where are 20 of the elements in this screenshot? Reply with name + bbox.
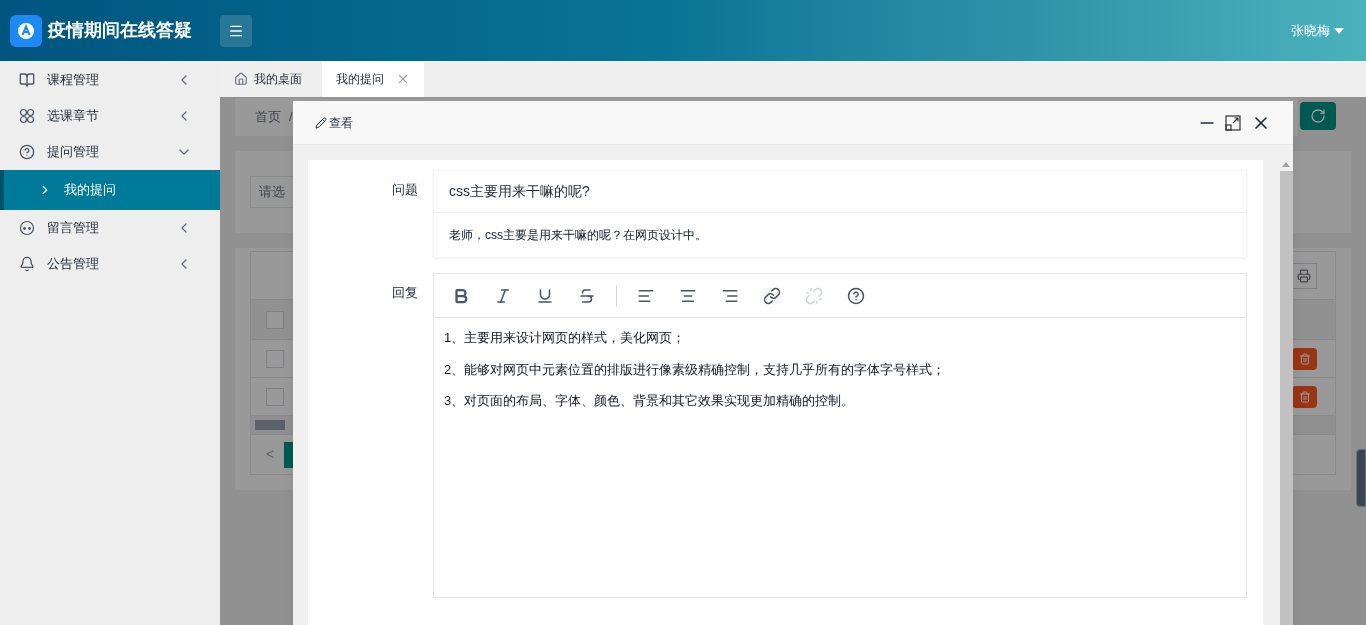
sidebar-item[interactable]: 留言管理 [0, 210, 220, 246]
sidebar-subitem[interactable]: 我的提问 [0, 170, 220, 210]
question-body: 老师，css主要是用来干嘛的呢？在网页设计中。 [448, 227, 708, 244]
dialog-title: 查看 [329, 114, 354, 132]
sidebar-item[interactable]: 选课章节 [0, 98, 220, 134]
rich-text-editor[interactable]: 1、主要用来设计网页的样式，美化网页； 2、能够对网页中元素位置的排版进行像素级精确控制，支持几乎所有的字体字号样式； 3、对页面的布局、字体、颜色、背景和其它效果实现更加精确的控制。 [433, 273, 1247, 598]
sidebar-item[interactable]: 课程管理 [0, 62, 220, 98]
app-title: 疫情期间在线答疑 [48, 19, 192, 42]
breadcrumb-item: / [289, 108, 293, 127]
question-title: css主要用来干嘛的呢? [434, 171, 1246, 213]
reply-paragraph: 2、能够对网页中元素位置的排版进行像素级精确控制，支持几乎所有的字体字号样式； [444, 360, 947, 379]
tab[interactable]: 我的桌面 [220, 61, 322, 97]
tab[interactable]: 我的提问 [322, 61, 424, 97]
sidebar-item[interactable]: 公告管理 [0, 246, 220, 282]
reply-label: 回复 [391, 284, 418, 302]
breadcrumb-item: 首页 [255, 108, 281, 127]
reply-paragraph: 1、主要用来设计网页的样式，美化网页； [444, 329, 687, 347]
reply-paragraph: 3、对页面的布局、字体、颜色、背景和其它效果实现更加精确的控制。 [444, 392, 856, 410]
sidebar-item[interactable]: 提问管理 [0, 134, 220, 170]
question-label: 问题 [391, 181, 418, 199]
